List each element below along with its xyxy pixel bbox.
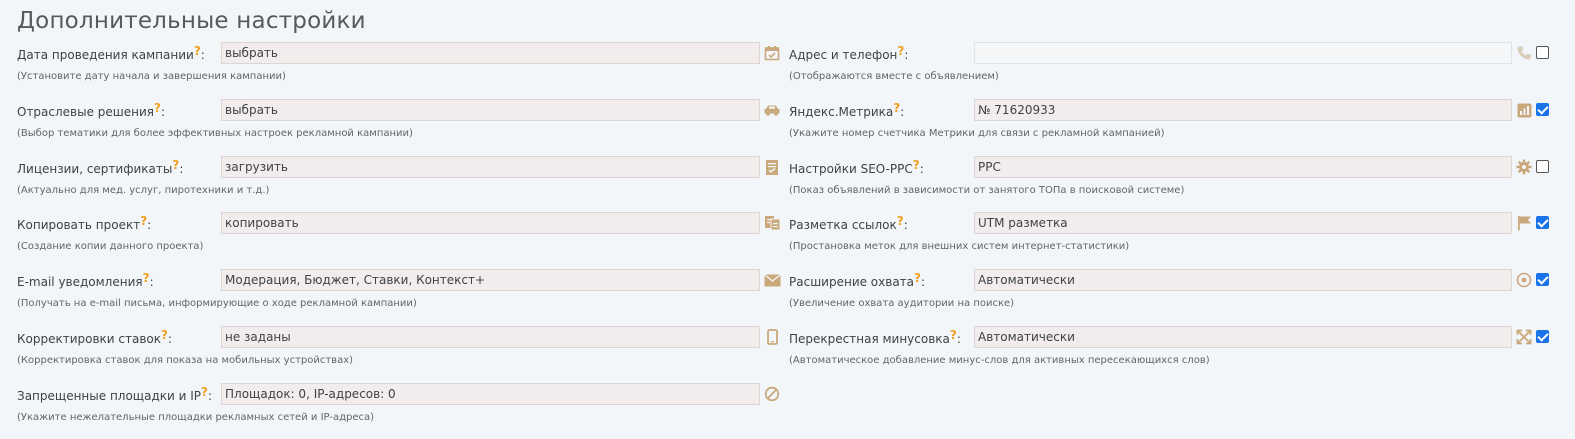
enable-checkbox[interactable] — [1536, 273, 1549, 286]
left-setting-row: E-mail уведомления?: (Получать на e-mail … — [17, 269, 787, 319]
setting-value-field[interactable]: Автоматически — [974, 326, 1512, 348]
setting-value-field[interactable]: № 71620933 — [974, 99, 1512, 121]
setting-value-field[interactable]: выбрать — [221, 99, 760, 121]
copy-icon — [763, 214, 781, 232]
setting-label: Дата проведения кампании?: — [17, 44, 205, 62]
setting-label: Яндекс.Метрика?: — [789, 101, 905, 119]
right-setting-row: Адрес и телефон?: (Отображаются вместе с … — [789, 42, 1559, 92]
setting-value-field[interactable]: выбрать — [221, 42, 760, 64]
setting-label: Разметка ссылок?: — [789, 214, 908, 232]
enable-checkbox[interactable] — [1536, 103, 1549, 116]
additional-settings-panel: Дополнительные настройки Дата проведения… — [0, 0, 1575, 439]
setting-label: Расширение охвата?: — [789, 271, 926, 289]
setting-value-field[interactable]: Автоматически — [974, 269, 1512, 291]
help-icon[interactable]: ? — [143, 271, 150, 285]
setting-label-text: Корректировки ставок — [17, 332, 162, 346]
right-setting-row: Перекрестная минусовка?: (Автоматическое … — [789, 326, 1559, 376]
setting-value-field[interactable]: PPC — [974, 156, 1512, 178]
setting-label: Лицензии, сертификаты?: — [17, 158, 184, 176]
right-setting-row: Разметка ссылок?: (Простановка меток для … — [789, 212, 1559, 262]
flag-icon — [1515, 214, 1533, 232]
setting-value-field[interactable]: Модерация, Бюджет, Ставки, Контекст+ — [221, 269, 760, 291]
enable-checkbox[interactable] — [1536, 330, 1549, 343]
setting-label: Адрес и телефон?: — [789, 44, 909, 62]
setting-label: Настройки SEO-PPC?: — [789, 158, 924, 176]
mobile-icon — [763, 328, 781, 346]
right-setting-row: Яндекс.Метрика?: (Укажите номер счетчика … — [789, 99, 1559, 149]
enable-checkbox[interactable] — [1536, 216, 1549, 229]
help-icon[interactable]: ? — [161, 328, 168, 342]
left-setting-row: Лицензии, сертификаты?: (Актуально для ме… — [17, 156, 787, 206]
left-setting-row: Запрещенные площадки и IP?: (Укажите неже… — [17, 383, 787, 433]
certificate-icon — [763, 158, 781, 176]
phone-icon — [1515, 44, 1533, 62]
setting-value-field[interactable]: копировать — [221, 212, 760, 234]
right-setting-row: Настройки SEO-PPC?: (Показ объявлений в з… — [789, 156, 1559, 206]
setting-hint: (Создание копии данного проекта) — [17, 241, 204, 252]
left-setting-row: Дата проведения кампании?: (Установите да… — [17, 42, 787, 92]
setting-label-text: Копировать проект — [17, 218, 141, 232]
help-icon[interactable]: ? — [893, 101, 900, 115]
setting-value-field[interactable]: Площадок: 0, IP-адресов: 0 — [221, 383, 760, 405]
setting-label-text: Перекрестная минусовка — [789, 332, 950, 346]
help-icon[interactable]: ? — [897, 44, 904, 58]
gear-icon — [1515, 158, 1533, 176]
setting-label-text: Разметка ссылок — [789, 218, 897, 232]
enable-checkbox[interactable] — [1536, 160, 1549, 173]
help-icon[interactable]: ? — [194, 44, 201, 58]
left-setting-row: Отраслевые решения?: (Выбор тематики для … — [17, 99, 787, 149]
enable-checkbox[interactable] — [1536, 46, 1549, 59]
setting-label-text: Дата проведения кампании — [17, 48, 194, 62]
setting-label-text: E-mail уведомления — [17, 275, 143, 289]
help-icon[interactable]: ? — [913, 158, 920, 172]
setting-label-text: Лицензии, сертификаты — [17, 162, 173, 176]
setting-label-text: Адрес и телефон — [789, 48, 898, 62]
setting-hint: (Корректировка ставок для показа на моби… — [17, 355, 354, 366]
setting-label: Корректировки ставок?: — [17, 328, 173, 346]
setting-hint: (Актуально для мед. услуг, пиротехники и… — [17, 185, 270, 196]
setting-label-text: Расширение охвата — [789, 275, 915, 289]
setting-hint: (Простановка меток для внешних систем ин… — [789, 241, 1130, 252]
left-setting-row: Корректировки ставок?: (Корректировка ста… — [17, 326, 787, 376]
setting-hint: (Выбор тематики для более эффективных на… — [17, 128, 413, 139]
right-setting-row: Расширение охвата?: (Увеличение охвата ау… — [789, 269, 1559, 319]
target-icon — [1515, 271, 1533, 289]
setting-label-text: Отраслевые решения — [17, 105, 155, 119]
cross-arrows-icon — [1515, 328, 1533, 346]
help-icon[interactable]: ? — [172, 158, 179, 172]
setting-label: Отраслевые решения?: — [17, 101, 166, 119]
setting-value-field[interactable]: UTM разметка — [974, 212, 1512, 234]
setting-value-field[interactable] — [974, 42, 1512, 64]
setting-label: Запрещенные площадки и IP?: — [17, 385, 213, 403]
help-icon[interactable]: ? — [950, 328, 957, 342]
setting-label-text: Настройки SEO-PPC — [789, 162, 913, 176]
setting-label: Перекрестная минусовка?: — [789, 328, 961, 346]
setting-value-field[interactable]: загрузить — [221, 156, 760, 178]
help-icon[interactable]: ? — [140, 214, 147, 228]
setting-label: E-mail уведомления?: — [17, 271, 154, 289]
setting-hint: (Укажите нежелательные площадки рекламны… — [17, 412, 375, 423]
setting-hint: (Получать на e-mail письма, информирующи… — [17, 298, 417, 309]
help-icon[interactable]: ? — [897, 214, 904, 228]
metrika-icon — [1515, 101, 1533, 119]
ban-icon — [763, 385, 781, 403]
setting-value-field[interactable]: не заданы — [221, 326, 760, 348]
setting-hint: (Установите дату начала и завершения кам… — [17, 71, 286, 82]
calendar-icon — [763, 44, 781, 62]
page-title: Дополнительные настройки — [17, 8, 366, 34]
setting-label-text: Запрещенные площадки и IP — [17, 389, 202, 403]
setting-hint: (Автоматическое добавление минус-слов дл… — [789, 355, 1210, 366]
setting-hint: (Отображаются вместе с объявлением) — [789, 71, 999, 82]
left-setting-row: Копировать проект?: (Создание копии данно… — [17, 212, 787, 262]
setting-hint: (Показ объявлений в зависимости от занят… — [789, 185, 1185, 196]
setting-label: Копировать проект?: — [17, 214, 152, 232]
setting-hint: (Увеличение охвата аудитории на поиске) — [789, 298, 1015, 309]
help-icon[interactable]: ? — [154, 101, 161, 115]
envelope-icon — [763, 271, 781, 289]
help-icon[interactable]: ? — [201, 385, 208, 399]
setting-hint: (Укажите номер счетчика Метрики для связ… — [789, 128, 1165, 139]
setting-label-text: Яндекс.Метрика — [789, 105, 894, 119]
car-icon — [763, 101, 781, 119]
help-icon[interactable]: ? — [914, 271, 921, 285]
